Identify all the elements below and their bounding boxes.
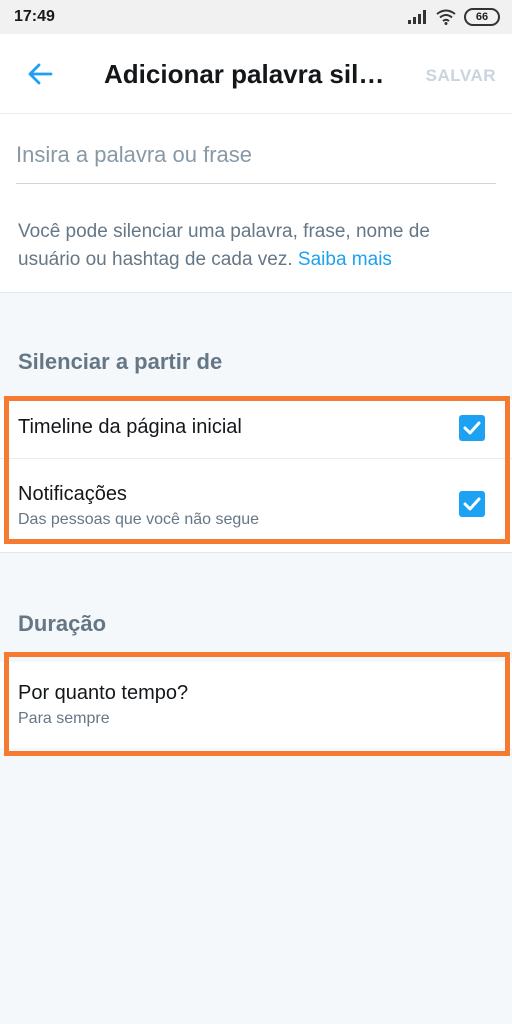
status-bar: 17:49 66 bbox=[0, 0, 512, 34]
duration-title: Duração bbox=[18, 611, 107, 636]
battery-icon: 66 bbox=[464, 8, 500, 26]
duration-label: Por quanto tempo? bbox=[18, 682, 189, 704]
help-text: Você pode silenciar uma palavra, frase, … bbox=[18, 218, 494, 274]
phrase-field bbox=[16, 130, 496, 184]
option-notifications[interactable]: Notificações Das pessoas que você não se… bbox=[0, 459, 512, 542]
status-icons: 66 bbox=[408, 7, 500, 27]
mute-from-title: Silenciar a partir de bbox=[18, 349, 223, 374]
duration-row[interactable]: Por quanto tempo? Para sempre bbox=[0, 662, 512, 748]
home-timeline-checkbox[interactable] bbox=[459, 415, 485, 441]
page-title: Adicionar palavra sil… bbox=[104, 59, 385, 89]
check-icon bbox=[463, 421, 481, 435]
app-bar: Adicionar palavra sil… SALVAR bbox=[0, 34, 512, 114]
check-icon bbox=[463, 497, 481, 511]
notifications-checkbox[interactable] bbox=[459, 491, 485, 517]
option-home-timeline[interactable]: Timeline da página inicial bbox=[0, 400, 512, 458]
option-label: Timeline da página inicial bbox=[18, 416, 242, 438]
signal-icon bbox=[408, 10, 426, 24]
option-sublabel: Das pessoas que você não segue bbox=[18, 511, 260, 528]
learn-more-link[interactable]: Saiba mais bbox=[298, 249, 392, 270]
option-label: Notificações bbox=[18, 483, 127, 505]
mute-from-header: Silenciar a partir de bbox=[0, 292, 512, 400]
duration-header: Duração bbox=[0, 552, 512, 662]
wifi-icon bbox=[436, 9, 456, 25]
status-time: 17:49 bbox=[14, 8, 55, 25]
back-button[interactable] bbox=[22, 56, 58, 92]
save-button[interactable]: SALVAR bbox=[426, 66, 496, 86]
empty-area bbox=[0, 748, 512, 1024]
battery-level: 66 bbox=[475, 11, 489, 23]
back-arrow-icon bbox=[28, 63, 53, 85]
phrase-input[interactable] bbox=[16, 130, 496, 180]
duration-value: Para sempre bbox=[18, 710, 110, 727]
